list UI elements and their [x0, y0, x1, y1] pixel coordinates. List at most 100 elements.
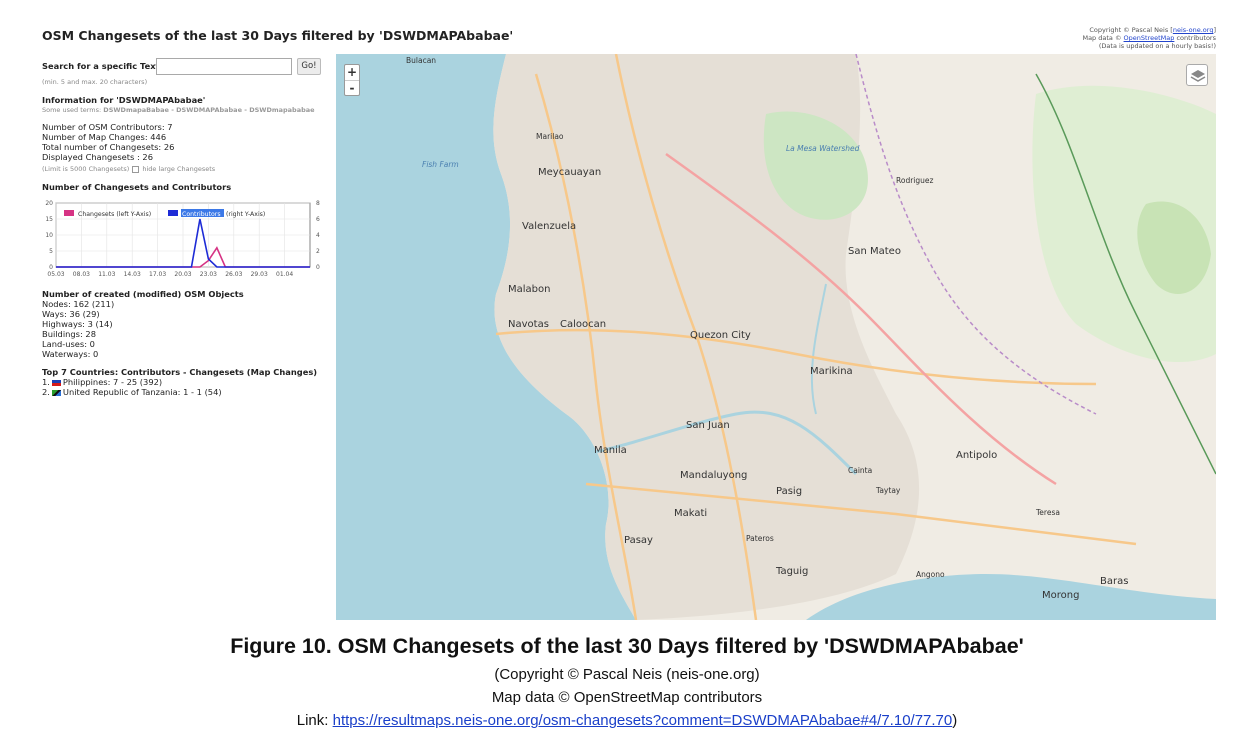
x-tick-label: 23.03 [200, 271, 217, 278]
resultmaps-link[interactable]: https://resultmaps.neis-one.org/osm-chan… [333, 712, 953, 729]
tanzania-flag-icon [51, 389, 61, 396]
highways-count: Highways: 3 (14) [42, 319, 113, 329]
link-prefix: Link: [296, 712, 333, 729]
figure-caption-title: Figure 10. OSM Changesets of the last 30… [230, 634, 1024, 658]
map-label: Manila [594, 445, 627, 456]
country-num: 1. [42, 377, 50, 387]
chart-svg: 05.03 08.03 11.03 14.03 17.03 20.03 23.03 26.03… [45, 200, 320, 278]
search-input[interactable] [156, 57, 292, 75]
changesets-chart: 05.03 08.03 11.03 14.03 17.03 20.03 23.03 26.03… [42, 195, 324, 281]
x-tick-label: 01.04 [276, 271, 293, 278]
map-label: Pasig [776, 486, 803, 497]
map-label: Malabon [508, 284, 551, 295]
total-changesets-count: Total number of Changesets: 26 [42, 142, 175, 152]
philippines-flag-icon [51, 379, 61, 386]
map-label: Pasay [624, 535, 653, 546]
search-row: Search for a specific Text: Go! [42, 57, 324, 75]
zoom-control: + - [344, 64, 360, 96]
info-title: Information for 'DSWDMAPAbabae' [42, 95, 206, 105]
update-note: (Data is updated on a hourly basis!) [1098, 42, 1216, 50]
map-label: Fish Farm [422, 160, 459, 169]
y-left-tick-label: 20 [45, 200, 53, 207]
x-tick-label: 11.03 [98, 271, 115, 278]
y-right-tick-label: 8 [316, 200, 320, 207]
used-terms: Some used terms: DSWDmapaBabae - DSWDMAP… [42, 105, 324, 115]
map-label: Morong [1042, 590, 1080, 601]
y-right-tick-label: 6 [316, 216, 320, 223]
caption-link-line: Link: https://resultmaps.neis-one.org/os… [0, 712, 1254, 729]
map-label: Cainta [848, 466, 873, 475]
x-tick-label: 17.03 [149, 271, 166, 278]
x-tick-label: 29.03 [251, 271, 268, 278]
nodes-count: Nodes: 162 (211) [42, 299, 115, 309]
page-title: OSM Changesets of the last 30 Days filte… [42, 28, 514, 43]
country-num: 2. [42, 387, 50, 397]
legend-swatch-changesets [64, 210, 74, 216]
search-label: Search for a specific Text: [42, 61, 163, 71]
y-left-tick-label: 5 [49, 248, 53, 255]
neis-one-link[interactable]: neis-one.org [1173, 26, 1214, 34]
y-left-tick-label: 15 [45, 216, 53, 223]
displayed-changesets-count: Displayed Changesets : 26 [42, 152, 153, 162]
map-label: Marilao [536, 132, 564, 141]
hide-large-checkbox[interactable] [132, 165, 140, 173]
contributors-count: Number of OSM Contributors: 7 [42, 122, 173, 132]
map-label: Makati [674, 508, 708, 519]
waterways-count: Waterways: 0 [42, 349, 99, 359]
caption-mapdata: Map data © OpenStreetMap contributors [491, 689, 763, 706]
countries-title: Top 7 Countries: Contributors - Changese… [42, 367, 318, 377]
map-label: Taytay [876, 486, 901, 495]
map-label: Baras [1100, 576, 1129, 587]
map-label: Navotas [508, 319, 549, 330]
objects-title: Number of created (modified) OSM Objects [42, 289, 244, 299]
limit-text: (Limit is 5000 Changesets) [42, 165, 130, 173]
zoom-out-button[interactable]: - [345, 80, 359, 95]
x-tick-label: 20.03 [174, 271, 191, 278]
country-item: 1. Philippines: 7 - 25 (392) [42, 377, 324, 387]
copyright-box: Copyright © Pascal Neis [neis-one.org] M… [986, 26, 1216, 50]
map-label: San Mateo [848, 246, 901, 257]
layers-icon [1190, 70, 1206, 82]
y-left-tick-label: 10 [45, 232, 53, 239]
mapdata-suffix: contributors [1176, 34, 1216, 42]
map-label: Bulacan [406, 56, 437, 65]
copyright-text: Copyright © Pascal Neis [1089, 26, 1169, 34]
landuses-count: Land-uses: 0 [42, 339, 95, 349]
y-right-tick-label: 2 [316, 248, 320, 255]
chart-title: Number of Changesets and Contributors [42, 182, 232, 192]
country-text: Philippines: 7 - 25 (392) [62, 377, 163, 387]
map-view[interactable]: Bulacan Malabon Navotas Caloocan Valenzu… [336, 54, 1216, 620]
go-button[interactable]: Go! [297, 57, 321, 75]
ways-count: Ways: 36 (29) [42, 309, 100, 319]
country-item: 2. United Republic of Tanzania: 1 - 1 (54… [42, 387, 324, 397]
terms-label: Some used terms: [42, 106, 102, 114]
hide-large-label: hide large Changesets [142, 165, 216, 173]
caption-copyright: (Copyright © Pascal Neis (neis-one.org) [494, 666, 760, 683]
y-left-tick-label: 0 [49, 264, 53, 271]
sidebar: Search for a specific Text: Go! (min. 5 … [42, 57, 324, 397]
link-suffix: ) [952, 712, 958, 729]
map-canvas [336, 54, 1216, 620]
map-label: Valenzuela [522, 221, 577, 232]
map-label: San Juan [686, 420, 730, 431]
map-label: Quezon City [690, 330, 751, 341]
y-right-tick-label: 0 [316, 264, 320, 271]
layers-button[interactable] [1186, 64, 1208, 86]
map-label: Pateros [746, 534, 774, 543]
x-tick-label: 08.03 [73, 271, 90, 278]
map-label: Meycauayan [538, 167, 602, 178]
legend-label-changesets: Changesets (left Y-Axis) [78, 211, 151, 218]
legend-label-contributors: Contributors [182, 211, 221, 218]
map-label: Rodriguez [896, 176, 934, 185]
x-tick-label: 14.03 [124, 271, 141, 278]
x-tick-label: 05.03 [47, 271, 64, 278]
map-changes-count: Number of Map Changes: 446 [42, 132, 167, 142]
zoom-in-button[interactable]: + [345, 65, 359, 80]
map-label: Marikina [810, 366, 853, 377]
map-label: Caloocan [560, 319, 607, 330]
openstreetmap-link[interactable]: OpenStreetMap [1124, 34, 1175, 42]
map-label: Teresa [1036, 508, 1060, 517]
search-hint: (min. 5 and max. 20 characters) [42, 78, 148, 86]
x-tick-label: 26.03 [225, 271, 242, 278]
map-label: Antipolo [956, 450, 998, 461]
